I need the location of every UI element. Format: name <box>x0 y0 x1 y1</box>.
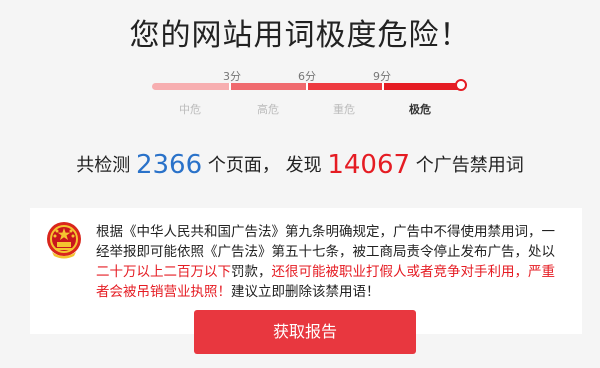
tick-label: 6分 <box>298 70 316 83</box>
stats-prefix: 共检测 <box>76 155 131 176</box>
level-label-medium: 中危 <box>179 103 201 116</box>
notice-advice: 建议立即删除该禁用语！ <box>231 284 380 300</box>
notice-fine-range: 二十万以上二百万以下 <box>96 264 231 280</box>
risk-segment-severe <box>306 83 382 90</box>
words-unit: 个广告禁用词 <box>415 155 524 176</box>
risk-meter: 3分 6分 9分 中危 高危 重危 极危 <box>152 60 470 120</box>
notice-text-part: 罚款， <box>231 264 272 280</box>
level-label-severe: 重危 <box>333 103 355 116</box>
pages-count: 2366 <box>135 150 203 180</box>
risk-indicator-knob <box>455 79 467 91</box>
notice-text-part: 根据《中华人民共和国广告法》第九条明确规定，广告中不得使用禁用词，一经举报即可能… <box>96 224 555 260</box>
pages-unit: 个页面， <box>207 155 280 176</box>
bar-separator <box>306 83 308 90</box>
found-label: 发现 <box>285 155 322 176</box>
risk-segment-medium <box>152 83 229 90</box>
tick-label: 3分 <box>223 70 241 83</box>
bar-separator <box>382 83 384 90</box>
level-label-high: 高危 <box>257 103 279 116</box>
bar-separator <box>229 83 231 90</box>
risk-segment-extreme <box>382 83 462 90</box>
risk-segment-high <box>229 83 306 90</box>
page-title: 您的网站用词极度危险！ <box>129 18 471 53</box>
scan-summary: 共检测 2366 个页面， 发现 14067 个广告禁用词 <box>0 150 600 180</box>
get-report-button[interactable]: 获取报告 <box>194 310 416 354</box>
notice-text: 根据《中华人民共和国广告法》第九条明确规定，广告中不得使用禁用词，一经举报即可能… <box>96 222 562 302</box>
national-emblem-icon <box>47 222 81 259</box>
banned-words-count: 14067 <box>327 150 411 180</box>
level-label-extreme: 极危 <box>409 103 431 116</box>
tick-label: 9分 <box>373 70 391 83</box>
